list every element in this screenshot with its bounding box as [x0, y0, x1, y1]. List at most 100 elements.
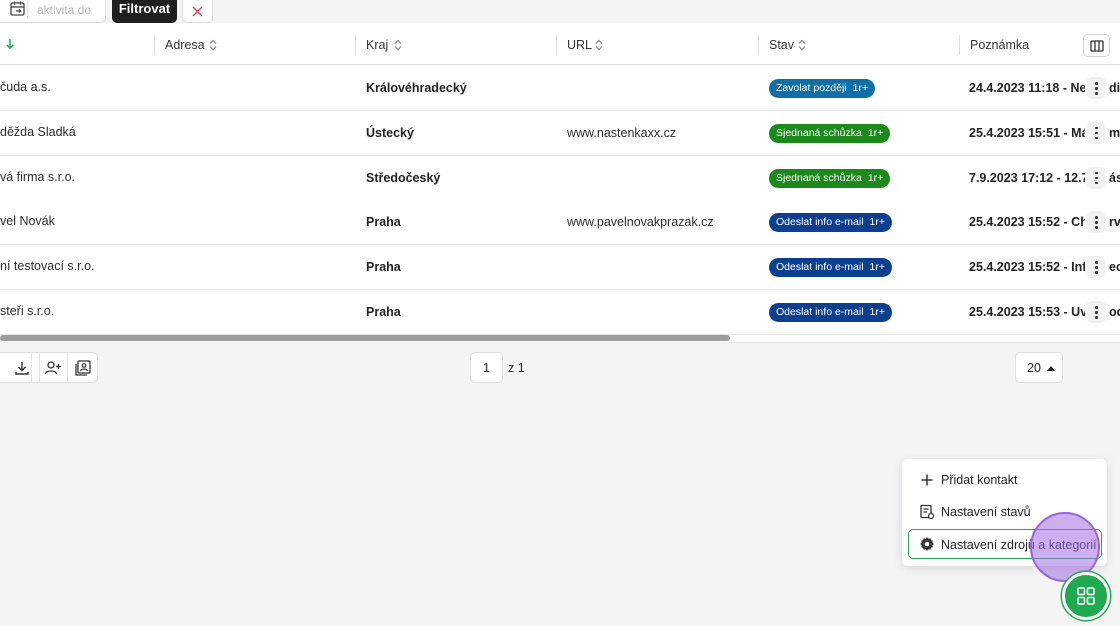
horizontal-scrollbar[interactable]	[0, 335, 730, 341]
status-badge[interactable]: Odeslat info e-mail 1r+	[769, 213, 893, 233]
cell-note-overflow: ec	[1109, 260, 1120, 275]
column-header-adresa[interactable]: Adresa	[154, 23, 354, 65]
gear-icon	[920, 537, 934, 551]
status-badge[interactable]: Sjednaná schůzka 1r+	[769, 123, 891, 143]
row-menu-icon[interactable]	[1087, 77, 1105, 99]
grid-icon	[1077, 587, 1095, 605]
page-count-label: z 1	[508, 361, 525, 375]
per-page-value: 20	[1027, 361, 1041, 375]
table-row[interactable]: steři s.r.o. Praha Odeslat info e-mail 1r+ 2…	[0, 290, 1120, 335]
status-label: Sjednaná schůzka	[776, 126, 862, 139]
status-badge[interactable]: Sjednaná schůzka 1r+	[769, 168, 891, 188]
close-icon	[192, 6, 203, 17]
status-count: 1r+	[869, 306, 886, 318]
cell-url[interactable]: www.nastenkaxx.cz	[567, 111, 747, 155]
column-label: Adresa	[165, 38, 205, 52]
table-row[interactable]: ní testovací s.r.o. Praha Odeslat info e-m…	[0, 245, 1120, 291]
sort-icon	[798, 39, 806, 51]
row-menu-icon[interactable]	[1087, 211, 1105, 234]
cell-note: 25.4.2023 15:52 - Ch	[969, 215, 1085, 230]
sort-descending-icon	[6, 38, 14, 50]
menu-item-label: Nastavení stavů	[941, 505, 1031, 519]
column-header-url[interactable]: URL	[556, 23, 756, 65]
status-count: 1r+	[867, 171, 884, 184]
row-menu-icon[interactable]	[1087, 121, 1105, 144]
caret-up-icon	[1047, 366, 1055, 371]
column-header-kraj[interactable]: Kraj	[355, 23, 555, 65]
cell-note-overflow: m	[1109, 125, 1120, 140]
cell-kraj: Středočeský	[366, 170, 441, 185]
column-label: Poznámka	[970, 38, 1030, 52]
column-header-poznamka[interactable]: Poznámka	[959, 23, 1079, 65]
cell-kraj: Praha	[366, 215, 401, 230]
cell-url[interactable]	[567, 290, 747, 334]
row-menu-icon[interactable]	[1087, 256, 1105, 279]
cell-note-overflow: di	[1109, 81, 1120, 95]
status-badge[interactable]: Odeslat info e-mail 1r+	[769, 303, 893, 322]
column-label: Kraj	[366, 38, 389, 52]
columns-icon	[1090, 40, 1104, 52]
bulk-actions-toolbar	[0, 352, 98, 383]
status-label: Sjednaná schůzka	[776, 171, 862, 184]
cell-note: 25.4.2023 15:53 - Uv	[969, 305, 1085, 319]
contacts-table: Adresa Kraj URL Stav Poznámka čuda a.s. …	[0, 23, 1120, 343]
column-label: Stav	[769, 38, 795, 52]
menu-item-add-contact[interactable]: Přidat kontakt	[908, 465, 1102, 495]
clear-filter-button[interactable]	[182, 0, 213, 23]
status-label: Odeslat info e-mail	[776, 216, 864, 229]
apps-menu-button[interactable]	[1062, 572, 1110, 620]
filter-bar: aktivita do Filtrovat	[0, 0, 1120, 23]
cell-url[interactable]	[567, 245, 747, 289]
cell-note-overflow: od	[1109, 305, 1120, 319]
table-row[interactable]: vá firma s.r.o. Středočeský Sjednaná schůz…	[0, 155, 1120, 201]
toolbar-divider	[67, 353, 68, 382]
per-page-select[interactable]: 20	[1015, 352, 1063, 383]
cell-note: 25.4.2023 15:51 - Má	[969, 125, 1085, 140]
status-badge[interactable]: Zavolat později 1r+	[769, 79, 876, 98]
table-row[interactable]: vel Novák Praha www.pavelnovakprazak.cz Ode…	[0, 200, 1120, 246]
filter-button[interactable]: Filtrovat	[112, 0, 177, 23]
activity-to-date-field[interactable]: aktivita do	[0, 0, 106, 23]
add-user-icon[interactable]	[44, 359, 62, 377]
download-icon[interactable]	[13, 359, 31, 377]
table-row[interactable]: děžda Sladká Ústecký www.nastenkaxx.cz Sjed…	[0, 110, 1120, 156]
contact-card-icon[interactable]	[74, 359, 92, 377]
column-divider	[355, 35, 356, 55]
calendar-icon	[10, 1, 25, 16]
column-divider	[959, 35, 960, 55]
cell-name: vá firma s.r.o.	[0, 169, 76, 184]
status-count: 1r+	[869, 261, 886, 274]
column-divider	[154, 35, 155, 55]
toolbar-divider	[39, 353, 40, 382]
cell-kraj: Praha	[366, 305, 401, 319]
cell-url[interactable]: www.pavelnovakprazak.cz	[567, 200, 747, 244]
row-menu-icon[interactable]	[1087, 166, 1105, 189]
plus-icon	[921, 474, 933, 486]
status-label: Zavolat později	[776, 82, 847, 94]
column-settings-button[interactable]	[1083, 34, 1110, 57]
status-badge[interactable]: Odeslat info e-mail 1r+	[769, 258, 893, 278]
column-header-name[interactable]	[0, 23, 150, 65]
status-label: Odeslat info e-mail	[776, 261, 864, 274]
status-label: Odeslat info e-mail	[776, 306, 864, 318]
field-divider	[27, 0, 28, 18]
cell-url[interactable]	[567, 66, 747, 110]
cell-name: steři s.r.o.	[0, 304, 55, 318]
status-count: 1r+	[867, 126, 884, 139]
sort-icon	[595, 39, 603, 51]
cell-note: 24.4.2023 11:18 - Neb	[969, 81, 1085, 95]
table-row[interactable]: čuda a.s. Královéhradecký Zavolat později 1…	[0, 66, 1120, 111]
current-page-input[interactable]: 1	[470, 352, 503, 383]
status-count: 1r+	[852, 82, 869, 94]
menu-item-label: Přidat kontakt	[941, 473, 1018, 487]
column-divider	[556, 35, 557, 55]
cell-name: děžda Sladká	[0, 124, 76, 139]
column-header-stav[interactable]: Stav	[758, 23, 958, 65]
toolbar-divider	[31, 353, 32, 382]
cell-kraj: Praha	[366, 260, 401, 275]
date-placeholder: aktivita do	[37, 3, 92, 17]
cell-note-overflow: ás	[1109, 170, 1120, 185]
column-label: URL	[567, 38, 593, 52]
cell-url[interactable]	[567, 156, 747, 200]
row-menu-icon[interactable]	[1087, 301, 1105, 323]
